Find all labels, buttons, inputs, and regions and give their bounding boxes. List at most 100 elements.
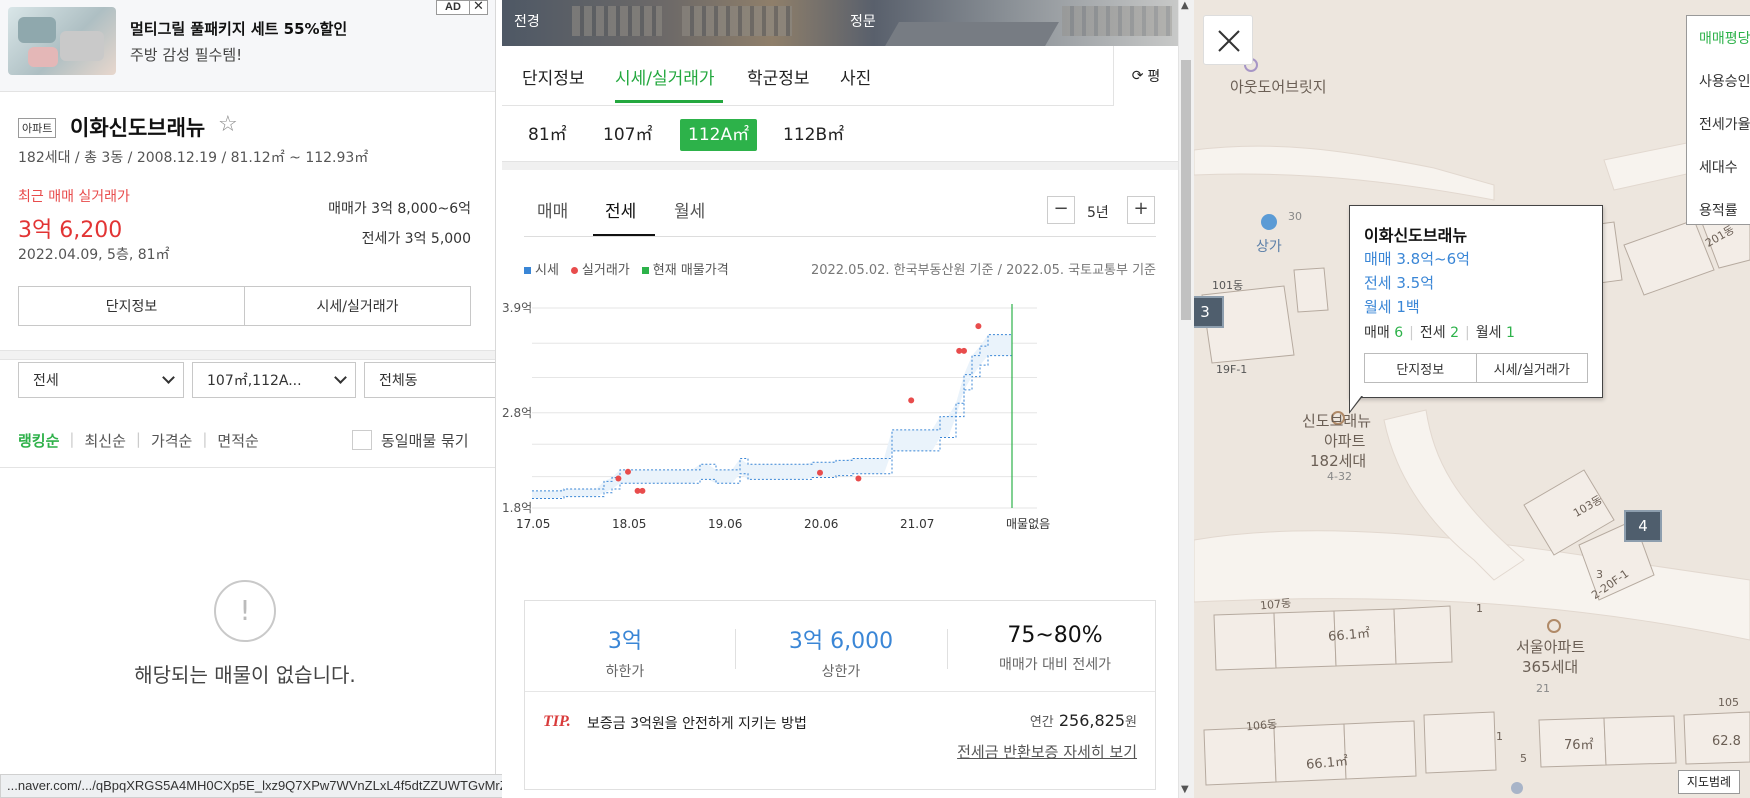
group-same-checkbox[interactable] (352, 430, 372, 450)
popup-complex-name[interactable]: 이화신도브래뉴 (1364, 222, 1467, 246)
sale-price-label: 매매가 (328, 201, 367, 217)
detail-panel: 전경 정문 단지정보 시세/실거래가 학군정보 사진 ⟳ 평 81㎡ 107㎡ … (502, 0, 1178, 798)
map-label-outdoor: 아웃도어브릿지 (1230, 78, 1327, 96)
scroll-down-icon[interactable]: ▼ (1181, 784, 1189, 795)
complex-photo-strip[interactable]: 전경 정문 (502, 0, 1178, 46)
popup-buttons: 단지정보 시세/실거래가 (1364, 353, 1588, 383)
tab-school-info[interactable]: 학군정보 (747, 64, 810, 89)
map-filter-approval[interactable]: 사용승인 (1699, 71, 1750, 91)
map-label-area661: 66.1㎡ (1327, 626, 1371, 645)
favorite-star-icon[interactable]: ☆ (218, 112, 238, 137)
map-label-b105: 105 (1718, 696, 1739, 709)
sort-price[interactable]: 가격순 (151, 430, 192, 451)
complex-info-button[interactable]: 단지정보 (19, 287, 244, 325)
popup-price-button[interactable]: 시세/실거래가 (1475, 354, 1588, 382)
map-filter-far[interactable]: 용적률 (1699, 200, 1738, 220)
unit-toggle-button[interactable]: ⟳ 평 (1113, 46, 1178, 106)
map-filter-menu: 매매평당 사용승인 전세가율 세대수 용적률 (1686, 15, 1750, 225)
divider (0, 467, 495, 468)
map-label-b101: 101동 (1212, 279, 1244, 292)
scrollbar-thumb[interactable] (1181, 60, 1191, 320)
stat-ratio-label: 매매가 대비 전세가 (999, 657, 1111, 673)
chart-legend: 시세 실거래가 현재 매물가격 (524, 259, 729, 278)
stat-low: 3억 하한가 (525, 623, 725, 681)
area-112a[interactable]: 112A㎡ (680, 119, 758, 151)
ad-title[interactable]: 멀티그릴 풀패키지 세트 55%할인 (130, 18, 347, 39)
recent-price: 3억 6,200 (18, 218, 123, 243)
map-label-num30: 30 (1288, 210, 1302, 223)
tab-photos[interactable]: 사진 (840, 64, 871, 89)
complex-map-popup[interactable]: 이화신도브래뉴 매매 3.8억~6억 전세 3.5억 월세 1백 매매 6 | 전세… (1349, 205, 1603, 398)
map-filter-households[interactable]: 세대수 (1699, 157, 1738, 177)
complex-name: 이화신도브래뉴 (70, 116, 206, 140)
property-type-tag: 아파트 (18, 118, 57, 138)
dong-select[interactable]: 전체동 (364, 362, 495, 398)
zoom-out-button[interactable]: − (1047, 196, 1075, 224)
area-107[interactable]: 107㎡ (595, 119, 660, 151)
map-cluster-marker-left[interactable]: 3 (1194, 296, 1224, 328)
exclamation-icon: ! (214, 580, 276, 642)
deal-type-select[interactable]: 전세 (18, 362, 184, 398)
sort-ranking[interactable]: 랭킹순 (18, 430, 59, 451)
area-select[interactable]: 107㎡,112A... (192, 362, 356, 398)
map-label-area62: 62.8 (1712, 734, 1741, 749)
guarantee-detail-link[interactable]: 전세금 반환보증 자세히 보기 (957, 741, 1137, 762)
active-tab-underline (615, 100, 723, 103)
area-112b[interactable]: 112B㎡ (775, 119, 852, 151)
tab-complex-info[interactable]: 단지정보 (522, 64, 585, 89)
sale-price-range: 매매가 3억 8,000~6억 (328, 198, 471, 218)
divider (524, 236, 1156, 237)
tab-price-history[interactable]: 시세/실거래가 (615, 64, 715, 89)
map-label-lot: 4-32 (1327, 470, 1352, 483)
zoom-in-button[interactable]: + (1127, 196, 1155, 224)
map-label-b106: 106동 (1245, 717, 1278, 734)
ad-badge: AD (436, 0, 470, 15)
chart-tab-jeonse[interactable]: 전세 (605, 197, 636, 222)
map-canvas[interactable] (1194, 0, 1750, 798)
map-cluster-marker-right[interactable]: 4 (1624, 510, 1662, 542)
sort-latest[interactable]: 최신순 (84, 430, 125, 451)
real-transaction-point (817, 469, 823, 476)
sort-area[interactable]: 면적순 (217, 430, 258, 451)
empty-message: 해당되는 매물이 없습니다. (134, 663, 356, 687)
listing-panel: 멀티그릴 풀패키지 세트 55%할인 주방 감성 필수템! AD ✕ 아파트 이… (0, 0, 496, 798)
map-legend-button[interactable]: 지도범례 (1678, 770, 1740, 794)
legend-sise: 시세 (524, 259, 559, 278)
real-transaction-point (961, 347, 967, 354)
scroll-up-icon[interactable]: ▲ (1181, 0, 1189, 11)
stat-ratio-value: 75~80% (1007, 623, 1103, 648)
chart-tab-sale[interactable]: 매매 (537, 197, 568, 222)
tip-fee-unit: 원 (1125, 715, 1137, 730)
x-tick-label: 17.05 (516, 517, 550, 531)
ad-subtitle[interactable]: 주방 감성 필수템! (130, 44, 242, 65)
map-label-area661b: 66.1㎡ (1305, 754, 1349, 773)
complex-buttons: 단지정보 시세/실거래가 (18, 286, 471, 326)
ad-close-icon[interactable]: ✕ (469, 0, 488, 15)
tip-fee-value: 256,825 (1058, 711, 1126, 730)
jeonse-price: 전세가 3억 5,000 (362, 228, 471, 248)
ad-banner[interactable]: 멀티그릴 풀패키지 세트 55%할인 주방 감성 필수템! AD ✕ (0, 0, 495, 92)
close-panel-button[interactable] (1203, 15, 1253, 65)
map-label-num1b: 1 (1496, 730, 1503, 743)
dong-value: 전체동 (379, 373, 418, 389)
x-tick-label: 19.06 (708, 517, 742, 531)
map-filter-jeonse-ratio[interactable]: 전세가율 (1699, 114, 1750, 134)
area-81[interactable]: 81㎡ (520, 119, 575, 151)
map-view[interactable]: 아웃도어브릿지 30 상가 101동 19F-1 신도브래뉴 아파트 182세대… (1194, 0, 1750, 798)
map-label-b107: 107동 (1259, 596, 1292, 613)
group-same-label[interactable]: 동일매물 묶기 (381, 430, 469, 451)
popup-complex-info-button[interactable]: 단지정보 (1365, 354, 1476, 382)
x-tick-label: 21.07 (900, 517, 934, 531)
price-history-button[interactable]: 시세/실거래가 (244, 287, 470, 325)
chart-tab-monthly[interactable]: 월세 (674, 197, 705, 222)
real-transaction-point (639, 487, 646, 494)
price-chart[interactable]: 3.9억 2.8억 1.8억 17.05 18.05 19.06 20.06 21.07 매물없… (502, 285, 1178, 575)
map-label-num1: 1 (1476, 602, 1483, 615)
map-filter-price-per-area[interactable]: 매매평당 (1699, 28, 1750, 48)
ad-thumbnail[interactable] (8, 7, 116, 75)
map-label-f19: 19F-1 (1216, 363, 1248, 376)
sort-options: 랭킹순 | 최신순 | 가격순 | 면적순 (18, 430, 259, 451)
y-tick-label: 2.8억 (502, 406, 532, 420)
real-transaction-point (615, 475, 622, 482)
stat-high-value: 3억 6,000 (788, 629, 894, 654)
